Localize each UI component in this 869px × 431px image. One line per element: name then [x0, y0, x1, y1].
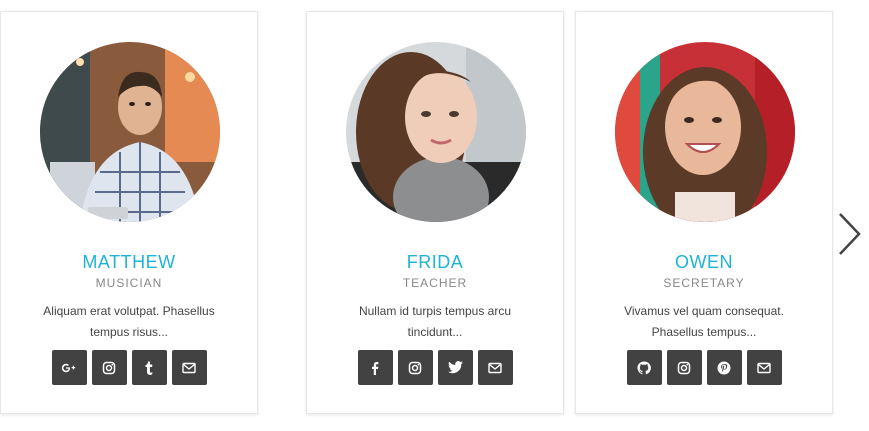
email-icon[interactable] [171, 350, 207, 385]
member-name: FRIDA [406, 252, 464, 272]
member-role: TEACHER [402, 276, 468, 290]
next-arrow-icon[interactable] [836, 212, 862, 256]
member-description: Vivamus vel quam consequat. Phasellus te… [624, 304, 784, 339]
team-carousel: FRIDA TEACHER Nullam id turpis tempus ar… [0, 0, 869, 431]
email-icon[interactable] [477, 350, 513, 385]
team-card: MATTHEW MUSICIAN Aliquam erat volutpat. … [0, 11, 258, 414]
member-role: SECRETARY [663, 276, 745, 290]
member-name: OWEN [675, 252, 733, 272]
google-plus-icon[interactable] [51, 350, 87, 385]
twitter-icon[interactable] [437, 350, 473, 385]
instagram-icon[interactable] [666, 350, 702, 385]
avatar [346, 42, 526, 222]
social-links [1, 350, 257, 385]
member-description: Nullam id turpis tempus arcu tincidunt..… [358, 304, 512, 339]
instagram-icon[interactable] [397, 350, 433, 385]
member-name: MATTHEW [82, 252, 176, 272]
team-card: OWEN SECRETARY Vivamus vel quam consequa… [575, 11, 833, 414]
instagram-icon[interactable] [91, 350, 127, 385]
email-icon[interactable] [746, 350, 782, 385]
github-icon[interactable] [626, 350, 662, 385]
team-card: FRIDA TEACHER Nullam id turpis tempus ar… [306, 11, 564, 414]
pinterest-icon[interactable] [706, 350, 742, 385]
avatar [40, 42, 220, 222]
tumblr-icon[interactable] [131, 350, 167, 385]
social-links [576, 350, 832, 385]
member-description: Aliquam erat volutpat. Phasellus tempus … [43, 304, 215, 339]
social-links [307, 350, 563, 385]
facebook-icon[interactable] [357, 350, 393, 385]
member-role: MUSICIAN [95, 276, 163, 290]
avatar [615, 42, 795, 222]
